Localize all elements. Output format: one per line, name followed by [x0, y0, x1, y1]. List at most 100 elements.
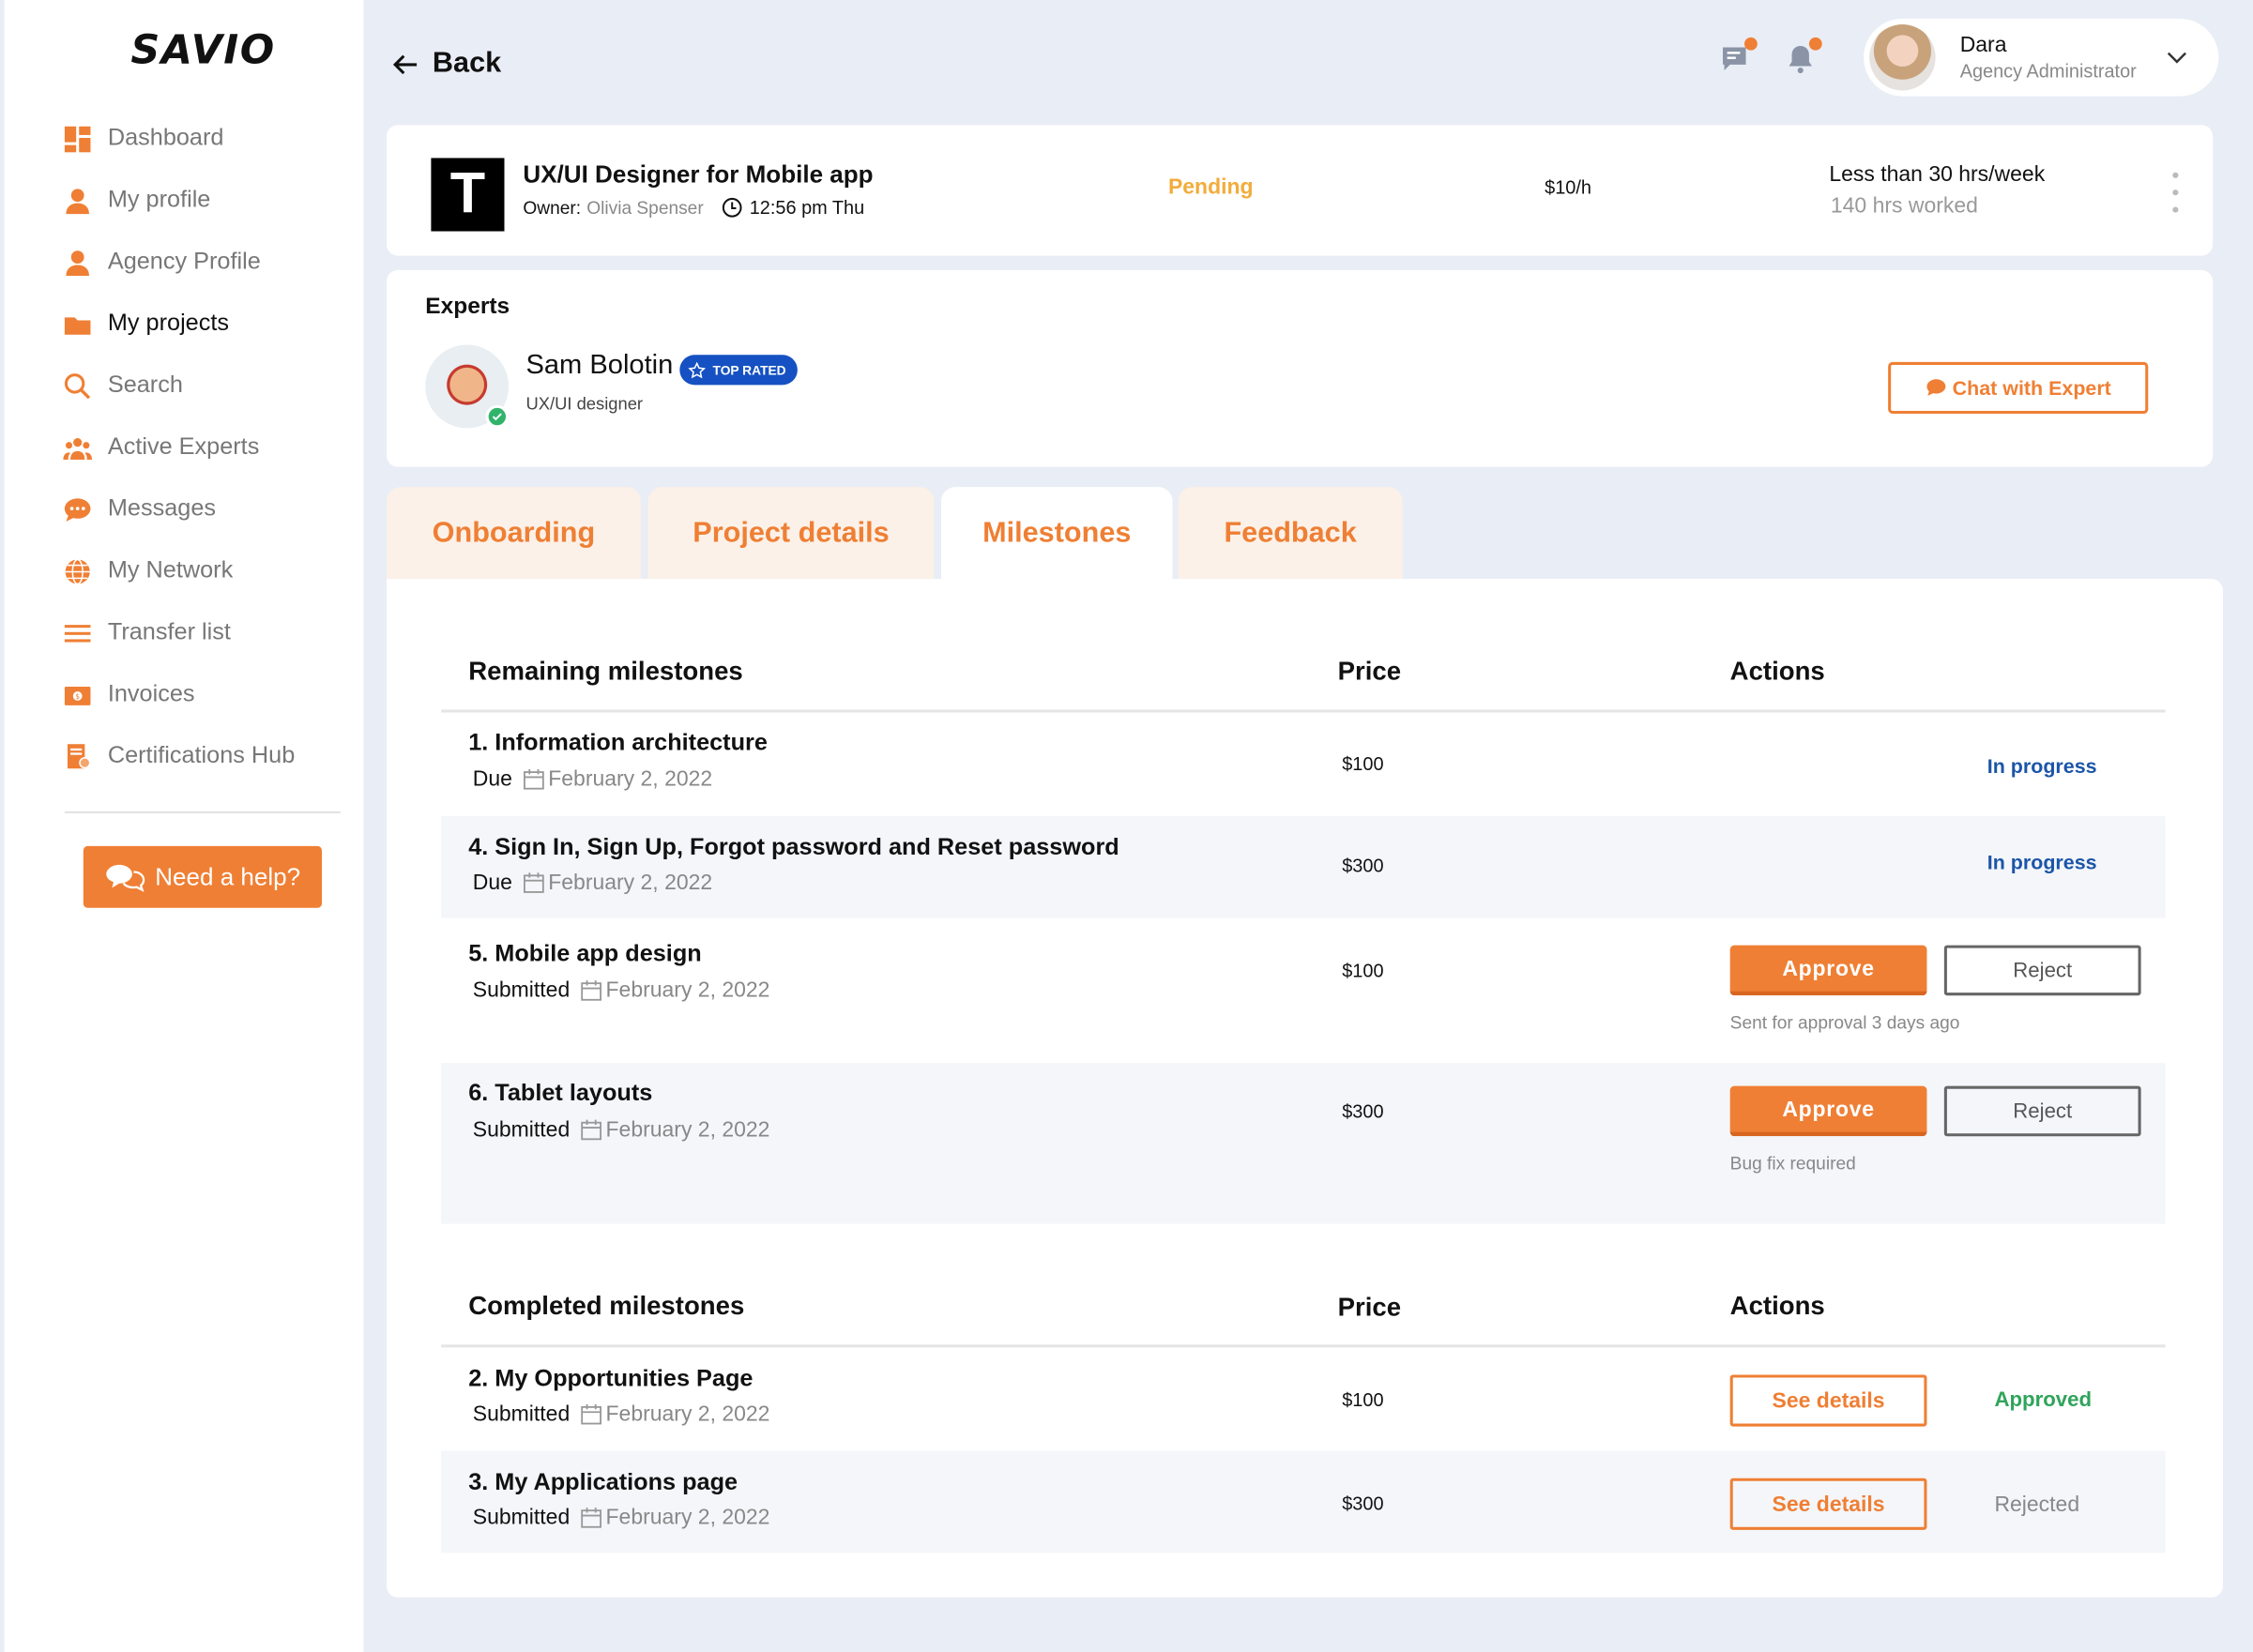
sidebar-item-label: My Network: [107, 557, 234, 584]
price-header: Price: [1337, 656, 1402, 686]
clock-icon: [722, 197, 741, 218]
chat-with-expert-button[interactable]: Chat with Expert: [1888, 361, 2149, 415]
milestone-date: February 2, 2022: [548, 766, 713, 792]
user-menu[interactable]: Dara Agency Administrator: [1864, 18, 2219, 97]
status-rejected: Rejected: [1994, 1493, 2080, 1518]
need-help-button[interactable]: Need a help?: [83, 845, 323, 908]
tab-onboarding[interactable]: Onboarding: [386, 487, 641, 580]
calendar-icon: [580, 1119, 601, 1141]
see-details-button[interactable]: See details: [1729, 1478, 1927, 1530]
need-help-label: Need a help?: [155, 862, 301, 890]
svg-text:$: $: [75, 691, 80, 700]
chat-bubble-icon: [1926, 379, 1946, 396]
project-rate: $10/h: [1545, 176, 1591, 199]
experts-card: Experts Sam Bolotin TOP RATED UX/UI desi…: [386, 269, 2214, 467]
top-rated-badge: TOP RATED: [679, 355, 798, 386]
notifications-button[interactable]: [1785, 37, 1822, 75]
notification-dot: [1743, 37, 1758, 51]
tab-feedback[interactable]: Feedback: [1178, 487, 1403, 580]
sidebar-item-label: Certifications Hub: [107, 742, 296, 769]
project-logo: T: [431, 158, 505, 232]
calendar-icon: [580, 980, 601, 1001]
milestone-sub-label: Due: [472, 870, 512, 895]
sidebar-item-label: Messages: [107, 495, 217, 522]
globe-icon: [62, 555, 94, 587]
sidebar-item-agency-profile[interactable]: Agency Profile: [62, 232, 349, 294]
milestone-date: February 2, 2022: [605, 1505, 770, 1530]
experts-title: Experts: [425, 294, 510, 319]
app-root: SAVIO Dashboard My profile Agency Profil…: [0, 0, 2253, 1652]
verified-icon: [485, 404, 510, 429]
milestone-date: February 2, 2022: [548, 870, 713, 895]
dashboard-icon: [62, 123, 94, 155]
tab-milestones[interactable]: Milestones: [941, 487, 1173, 580]
sidebar-item-my-projects[interactable]: My projects: [62, 293, 349, 355]
user-icon: [62, 185, 94, 217]
arrow-left-icon: [392, 53, 418, 74]
sidebar-item-label: Agency Profile: [107, 248, 261, 275]
app-logo: SAVIO: [130, 25, 276, 74]
approve-button[interactable]: Approve: [1729, 945, 1927, 996]
owner-name[interactable]: Olivia Spenser: [586, 198, 703, 218]
chevron-down-icon: [2167, 52, 2186, 64]
sidebar-item-certifications-hub[interactable]: Certifications Hub: [62, 725, 349, 787]
milestone-title: 5. Mobile app design: [468, 941, 702, 967]
actions-header: Actions: [1729, 1291, 1825, 1321]
calendar-icon: [523, 769, 544, 790]
reject-button[interactable]: Reject: [1943, 1085, 2141, 1137]
expert-role: UX/UI designer: [525, 393, 644, 415]
user-role: Agency Administrator: [1959, 60, 2137, 83]
approve-button[interactable]: Approve: [1729, 1085, 1927, 1137]
sidebar-item-active-experts[interactable]: Active Experts: [62, 417, 349, 478]
milestone-sub-label: Submitted: [472, 1117, 571, 1143]
back-button[interactable]: Back: [391, 47, 502, 81]
milestone-title: 2. My Opportunities Page: [468, 1366, 754, 1392]
sidebar-item-label: Dashboard: [107, 125, 224, 151]
milestone-submitted: Submitted February 2, 2022: [473, 1506, 770, 1530]
search-icon: [62, 370, 94, 402]
milestone-row: 2. My Opportunities Page Submitted Febru…: [441, 1347, 2166, 1450]
project-card: T UX/UI Designer for Mobile app Owner: O…: [386, 125, 2214, 256]
sidebar-item-my-profile[interactable]: My profile: [62, 170, 349, 232]
sidebar-item-my-network[interactable]: My Network: [62, 540, 349, 602]
sidebar-item-messages[interactable]: Messages: [62, 478, 349, 540]
more-options-button[interactable]: [2169, 172, 2181, 213]
certificate-icon: [62, 740, 94, 772]
milestones-panel: Remaining milestones Price Actions 1. In…: [386, 579, 2223, 1598]
folder-icon: [62, 308, 94, 340]
list-icon: [62, 617, 94, 649]
tab-project-details[interactable]: Project details: [647, 487, 935, 580]
price-header: Price: [1337, 1293, 1402, 1322]
status-approved: Approved: [1994, 1388, 2093, 1413]
expert-name[interactable]: Sam Bolotin: [525, 351, 673, 383]
milestone-sub-label: Submitted: [472, 978, 571, 1003]
back-label: Back: [432, 47, 502, 80]
milestone-price: $100: [1342, 959, 1384, 981]
milestone-due: Due February 2, 2022: [473, 871, 712, 895]
milestone-date: February 2, 2022: [605, 978, 770, 1003]
calendar-icon: [523, 872, 544, 893]
status-in-progress: In progress: [1987, 850, 2097, 874]
reject-button[interactable]: Reject: [1943, 945, 2141, 996]
chat-bubble-icon: [62, 493, 94, 525]
user-name: Dara: [1959, 33, 2007, 58]
milestone-row: 5. Mobile app design Submitted February …: [441, 918, 2166, 1064]
sidebar: SAVIO Dashboard My profile Agency Profil…: [4, 0, 364, 1652]
calendar-icon: [580, 1403, 601, 1425]
approval-note: Bug fix required: [1729, 1153, 1856, 1175]
milestone-title: 1. Information architecture: [468, 729, 768, 756]
sidebar-item-dashboard[interactable]: Dashboard: [62, 108, 349, 170]
milestone-due: Due February 2, 2022: [473, 767, 712, 792]
group-icon: [62, 432, 94, 463]
project-title: UX/UI Designer for Mobile app: [523, 160, 874, 189]
sidebar-item-search[interactable]: Search: [62, 355, 349, 417]
see-details-button[interactable]: See details: [1729, 1374, 1927, 1427]
badge-label: TOP RATED: [712, 362, 786, 377]
sidebar-item-invoices[interactable]: $ Invoices: [62, 663, 349, 725]
sidebar-item-label: Search: [107, 371, 183, 399]
milestone-title: 3. My Applications page: [468, 1469, 738, 1496]
milestone-submitted: Submitted February 2, 2022: [473, 1402, 770, 1427]
invoice-icon: $: [62, 679, 94, 711]
sidebar-item-transfer-list[interactable]: Transfer list: [62, 602, 349, 664]
messages-notification-button[interactable]: [1720, 37, 1758, 75]
